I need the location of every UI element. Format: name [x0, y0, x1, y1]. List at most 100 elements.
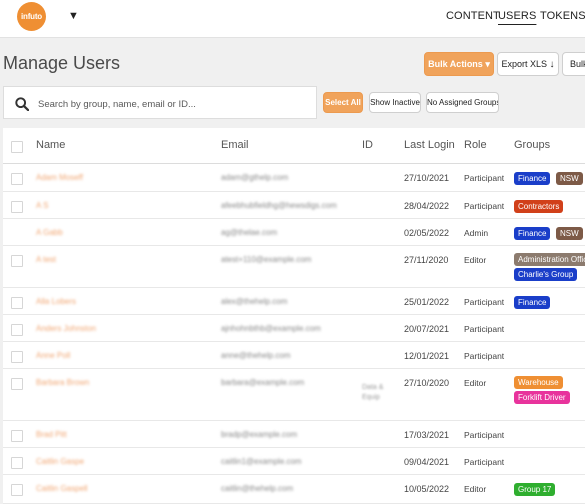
last-login: 27/10/2021 — [404, 173, 450, 183]
last-login: 27/10/2020 — [404, 378, 450, 388]
table-row[interactable]: A S afeebhubfieldhg@hewsdigs.com 28/04/202… — [3, 192, 585, 219]
no-assigned-groups-button[interactable]: No Assigned Groups — [426, 92, 499, 113]
nav-users[interactable]: USERS — [498, 10, 536, 22]
user-role: Participant — [464, 324, 505, 334]
user-email: anne@thehelp.com — [221, 351, 291, 360]
group-tag[interactable]: Group 17 — [514, 483, 556, 496]
table-header: Name Email ID Last Login Role Groups — [3, 128, 585, 164]
column-header-email[interactable]: Email — [221, 139, 249, 151]
user-role: Editor — [464, 484, 487, 494]
last-login: 12/01/2021 — [404, 351, 450, 361]
user-name-link[interactable]: Brad Pitt — [36, 430, 67, 439]
row-checkbox[interactable] — [11, 173, 23, 185]
user-name-link[interactable]: Adam Moseff — [36, 173, 83, 182]
user-email: caitlin@thehelp.com — [221, 484, 294, 493]
table-row[interactable]: Adam Moseff adam@gthelp.com 27/10/2021 Part… — [3, 164, 585, 192]
table-row[interactable]: A test atest+110@example.com 27/11/2020 Edi… — [3, 246, 585, 288]
row-checkbox[interactable] — [11, 484, 23, 496]
show-inactive-button[interactable]: Show Inactive — [369, 92, 421, 113]
group-tag[interactable]: Forklift Driver — [514, 391, 570, 404]
user-email: adam@gthelp.com — [221, 173, 289, 182]
user-name-link[interactable]: Barbara Brown — [36, 378, 89, 387]
user-email: afeebhubfieldhg@hewsdigs.com — [221, 201, 337, 210]
group-tag[interactable]: NSW — [556, 172, 583, 185]
user-name-link[interactable]: A S — [36, 201, 48, 210]
group-tag[interactable]: Contractors — [514, 200, 564, 213]
table-row[interactable]: Anne Poll anne@thehelp.com 12/01/2021 Parti… — [3, 342, 585, 369]
group-tag[interactable]: Finance — [514, 172, 551, 185]
group-tag[interactable]: Finance — [514, 227, 551, 240]
group-tag[interactable]: Administration Office — [514, 253, 585, 266]
nav-content[interactable]: CONTENT — [446, 10, 500, 22]
page-title: Manage Users — [3, 53, 121, 73]
group-tag[interactable]: NSW — [556, 227, 583, 240]
select-all-checkbox[interactable] — [11, 141, 23, 153]
table-row[interactable]: Caitlin Gaspe caitlin1@example.com 09/04/2… — [3, 448, 585, 475]
column-header-id[interactable]: ID — [362, 139, 373, 151]
table-row[interactable]: A Gabb ag@thelae.com 02/05/2022 Admin Financ… — [3, 219, 585, 246]
column-header-groups[interactable]: Groups — [514, 139, 550, 151]
user-role: Participant — [464, 351, 505, 361]
app-logo[interactable]: infuto — [17, 2, 46, 31]
search-box[interactable] — [3, 86, 317, 119]
user-email: ajnhohnbthb@example.com — [221, 324, 321, 333]
caret-down-icon[interactable]: ▼ — [68, 10, 79, 22]
row-checkbox[interactable] — [11, 297, 23, 309]
user-role: Participant — [464, 297, 505, 307]
user-id: Data & Equip — [362, 384, 384, 401]
bulk-button[interactable]: Bulk — [562, 52, 585, 76]
row-checkbox[interactable] — [11, 430, 23, 442]
row-checkbox[interactable] — [11, 201, 23, 213]
user-name-link[interactable]: Caitlin Gaspell — [36, 484, 88, 493]
table-row[interactable]: Barbara Brown barbara@example.com Data & E… — [3, 369, 585, 421]
select-all-button[interactable]: Select All — [323, 92, 363, 113]
column-header-role[interactable]: Role — [464, 139, 487, 151]
top-bar: infuto ▼ CONTENT USERS TOKENS — [0, 0, 585, 38]
user-name-link[interactable]: A Gabb — [36, 228, 63, 237]
group-tag[interactable]: Charlie's Group — [514, 268, 578, 281]
row-checkbox[interactable] — [11, 324, 23, 336]
user-name-link[interactable]: Anne Poll — [36, 351, 70, 360]
user-email: atest+110@example.com — [221, 255, 312, 264]
users-table: Name Email ID Last Login Role Groups Ada… — [3, 128, 585, 504]
last-login: 20/07/2021 — [404, 324, 450, 334]
user-email: caitlin1@example.com — [221, 457, 302, 466]
last-login: 09/04/2021 — [404, 457, 450, 467]
table-row[interactable]: Anders Johnston ajnhohnbthb@example.com 20… — [3, 315, 585, 342]
user-role: Participant — [464, 430, 505, 440]
export-xls-label: Export XLS — [501, 59, 547, 69]
user-email: alex@thehelp.com — [221, 297, 288, 306]
row-checkbox[interactable] — [11, 457, 23, 469]
user-name-link[interactable]: Alla Lobers — [36, 297, 76, 306]
group-tag[interactable]: Finance — [514, 296, 551, 309]
row-checkbox[interactable] — [11, 255, 23, 267]
user-name-link[interactable]: Caitlin Gaspe — [36, 457, 84, 466]
user-email: ag@thelae.com — [221, 228, 278, 237]
table-row[interactable]: Alla Lobers alex@thehelp.com 25/01/2022 Par… — [3, 288, 585, 315]
last-login: 02/05/2022 — [404, 228, 450, 238]
table-row[interactable]: Brad Pitt bradp@example.com 17/03/2021 Part… — [3, 421, 585, 448]
last-login: 28/04/2022 — [404, 201, 450, 211]
last-login: 10/05/2022 — [404, 484, 450, 494]
group-tag[interactable]: Warehouse — [514, 376, 563, 389]
row-checkbox[interactable] — [11, 378, 23, 390]
column-header-last-login[interactable]: Last Login — [404, 139, 455, 151]
bulk-actions-button[interactable]: Bulk Actions ▾ — [424, 52, 494, 76]
user-name-link[interactable]: Anders Johnston — [36, 324, 96, 333]
user-role: Participant — [464, 457, 505, 467]
table-row[interactable]: Caitlin Gaspell caitlin@thehelp.com 10/05/… — [3, 475, 585, 504]
user-email: barbara@example.com — [221, 378, 305, 387]
search-input[interactable] — [38, 94, 312, 114]
user-email: bradp@example.com — [221, 430, 298, 439]
user-role: Editor — [464, 378, 487, 388]
last-login: 25/01/2022 — [404, 297, 450, 307]
column-header-name[interactable]: Name — [36, 139, 65, 151]
last-login: 27/11/2020 — [404, 255, 449, 265]
export-xls-button[interactable]: Export XLS ↓ — [497, 52, 559, 76]
user-role: Participant — [464, 201, 505, 211]
user-role: Participant — [464, 173, 505, 183]
user-name-link[interactable]: A test — [36, 255, 56, 264]
user-role: Admin — [464, 228, 489, 238]
row-checkbox[interactable] — [11, 351, 23, 363]
nav-tokens[interactable]: TOKENS — [540, 10, 585, 22]
